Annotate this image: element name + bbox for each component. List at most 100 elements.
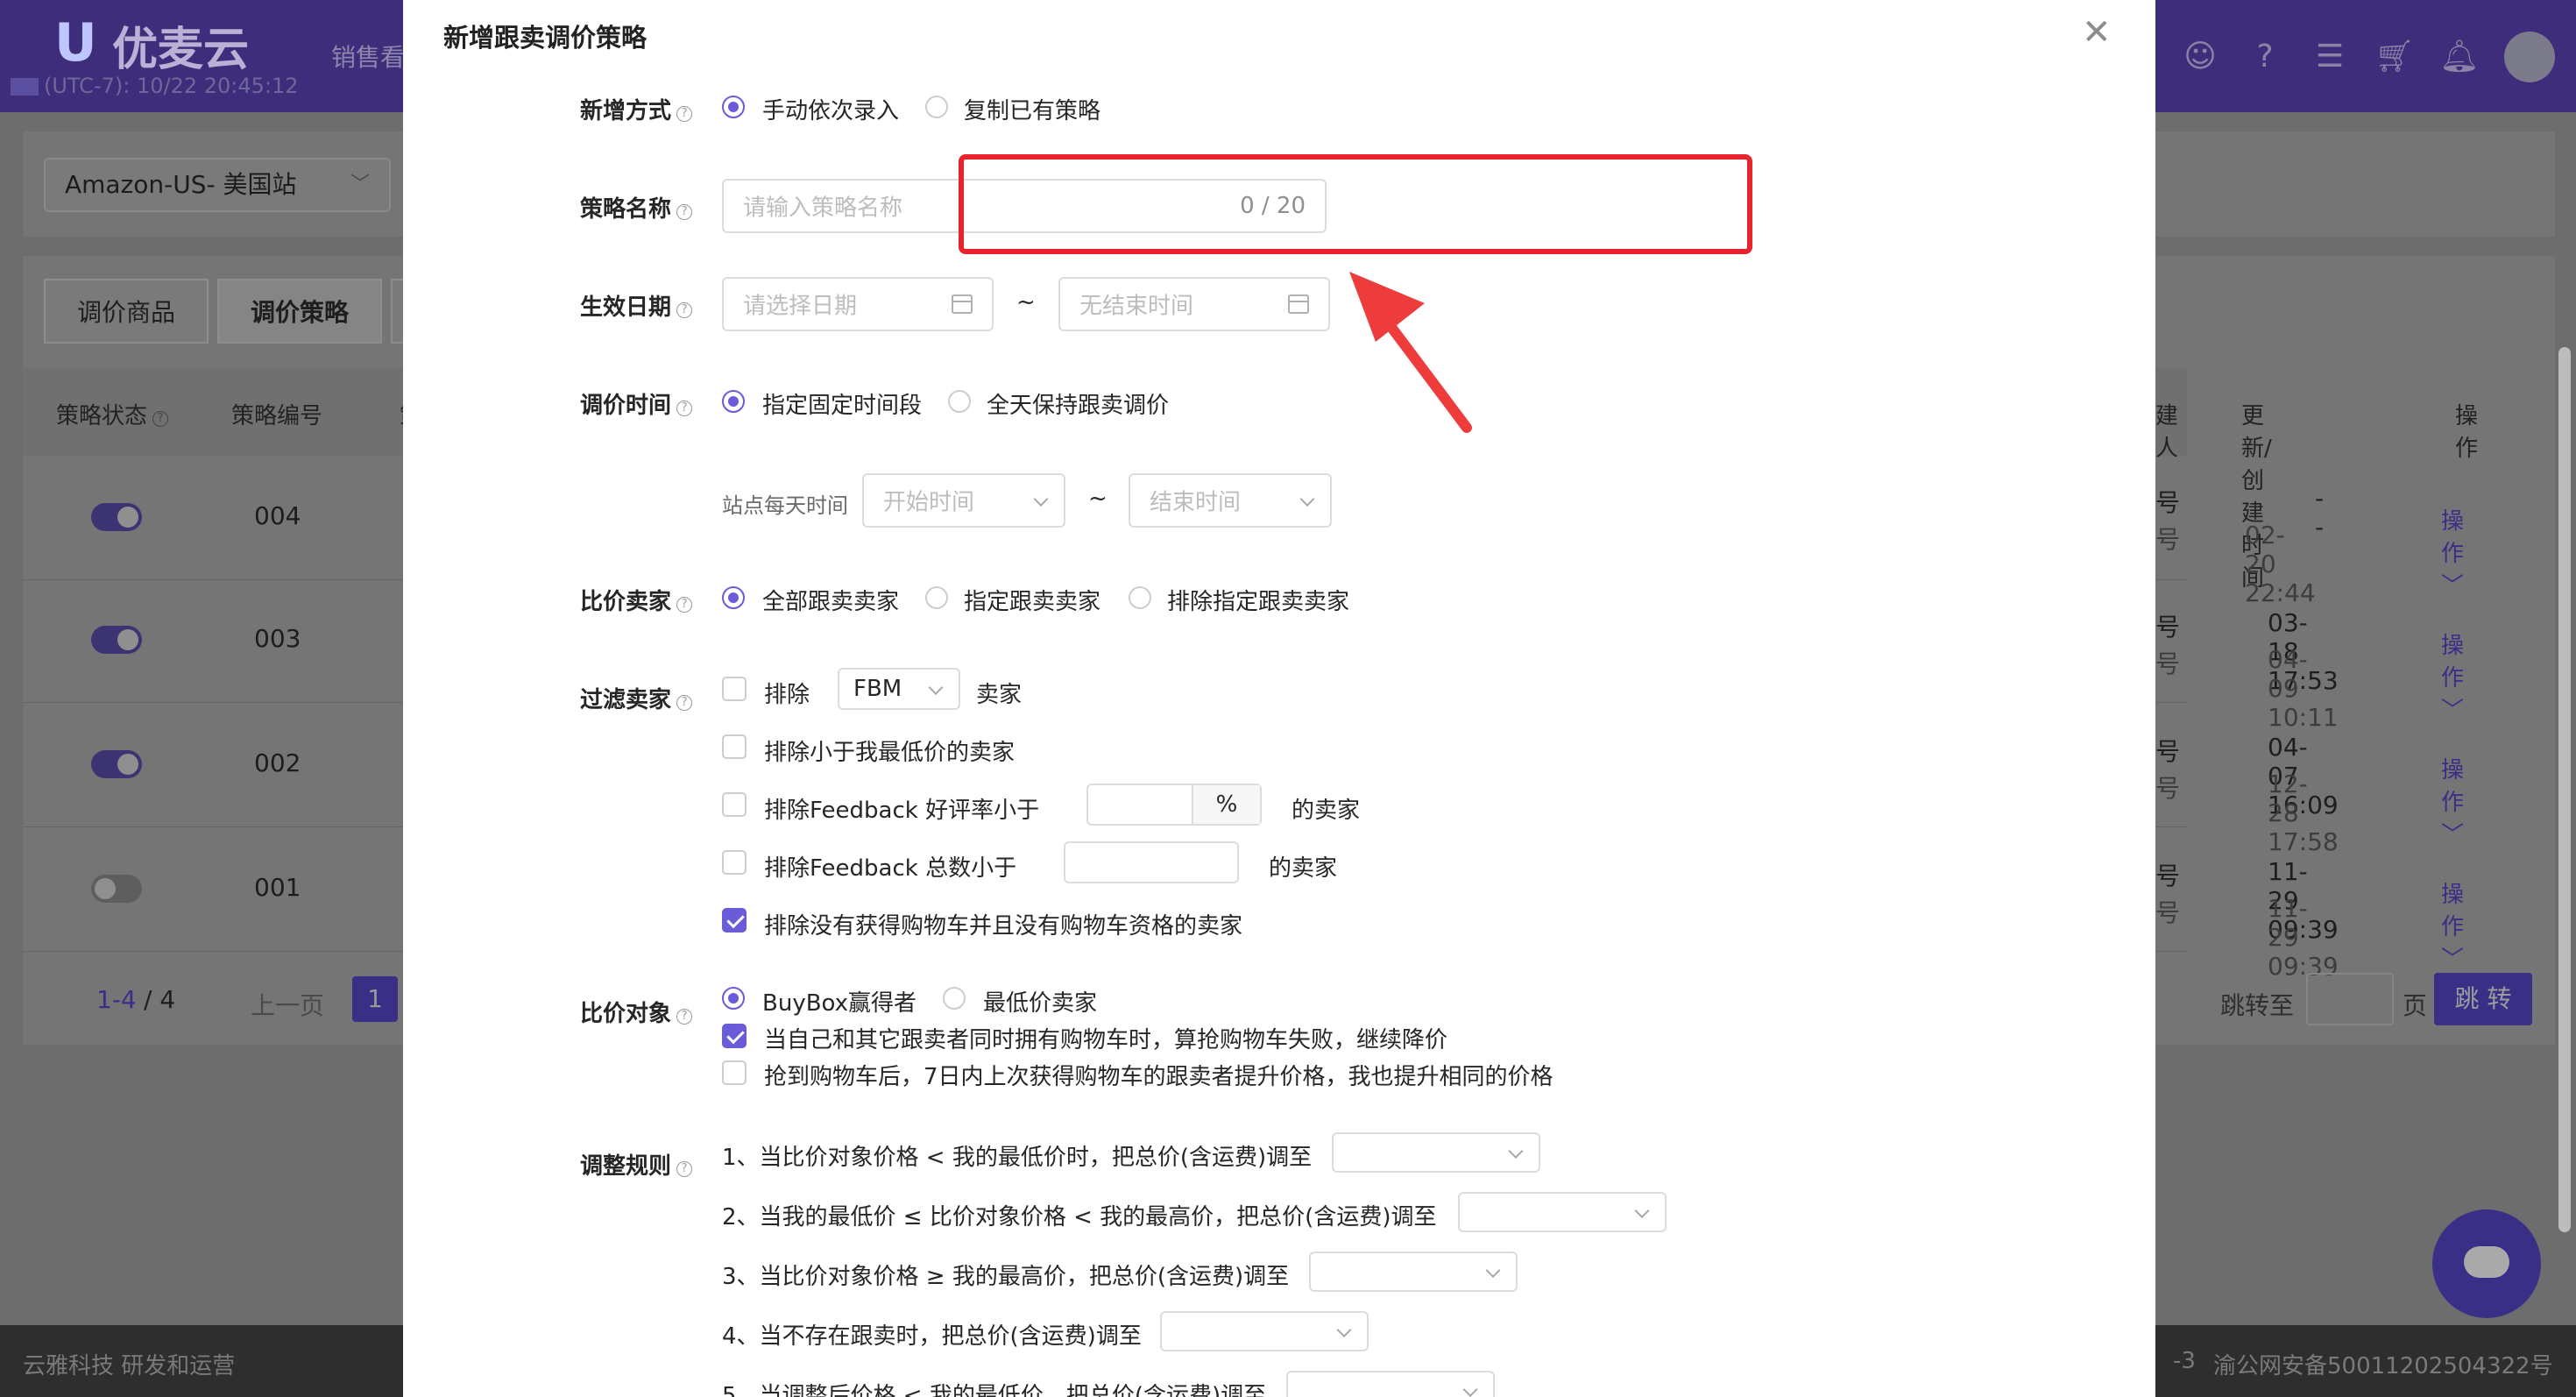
feedback-rate-label[interactable]: 排除Feedback 好评率小于 — [764, 792, 1039, 825]
radio-fixed-period[interactable] — [722, 390, 745, 413]
radio-manual-label[interactable]: 手动依次录入 — [762, 93, 899, 125]
timezone-clock: (UTC-7): 10/22 20:45:12 — [11, 74, 299, 98]
both-cart-label[interactable]: 当自己和其它跟卖者同时拥有购物车时，算抢购物车失败，继续降价 — [764, 1022, 1447, 1054]
rule-4-select[interactable] — [1160, 1311, 1369, 1351]
lower-price-label[interactable]: 排除小于我最低价的卖家 — [764, 734, 1015, 767]
radio-fixed-period-label[interactable]: 指定固定时间段 — [762, 387, 922, 420]
radio-all-sellers[interactable] — [722, 586, 745, 609]
checkbox-feedback-count[interactable] — [722, 850, 747, 875]
checkbox-exclude-fulfillment[interactable] — [722, 677, 747, 701]
fulfillment-select[interactable]: FBM — [838, 668, 960, 710]
radio-buybox-label[interactable]: BuyBox赢得者 — [762, 985, 916, 1018]
checkbox-both-cart[interactable] — [722, 1024, 747, 1048]
checkbox-no-cart[interactable] — [722, 908, 747, 933]
chevron-down-icon — [1336, 1323, 1352, 1338]
chat-icon[interactable] — [2432, 1209, 2541, 1318]
feedback-rate-input[interactable]: % — [1086, 784, 1262, 826]
creator: 号 — [2155, 488, 2181, 517]
raise-price-label[interactable]: 抢到购物车后，7日内上次获得购物车的跟卖者提升价格，我也提升相同的价格 — [764, 1059, 1553, 1091]
checkbox-raise-price[interactable] — [722, 1060, 747, 1085]
radio-specified-sellers[interactable] — [925, 586, 948, 609]
rule-5-label: 5、当调整后价格 < 我的最低价，把总价(含运费)调至 — [722, 1383, 1267, 1397]
prev-page-button[interactable]: 上一页 — [251, 987, 324, 1022]
radio-manual[interactable] — [722, 96, 745, 118]
radio-buybox[interactable] — [722, 987, 745, 1010]
status-toggle[interactable] — [91, 626, 142, 654]
close-icon[interactable]: ✕ — [2082, 12, 2112, 53]
message-icon[interactable]: ☰ — [2310, 37, 2350, 77]
chevron-down-icon: ﹀ — [2441, 822, 2465, 848]
avatar[interactable] — [2504, 32, 2555, 82]
header-status-label: 策略状态 — [56, 403, 148, 429]
updater: 号 — [2155, 898, 2181, 927]
action-menu[interactable]: 操作 ﹀ — [2441, 628, 2464, 725]
end-date-picker[interactable]: 无结束时间 — [1058, 277, 1330, 331]
rate-suffix: 的卖家 — [1292, 798, 1361, 824]
dialog-title: 新增跟卖调价策略 — [443, 23, 648, 53]
count-suffix: 的卖家 — [1269, 855, 1338, 882]
bell-icon[interactable]: 🔔︎ — [2439, 37, 2480, 77]
checkbox-lower-price[interactable] — [722, 734, 747, 759]
creator: 号 — [2155, 613, 2181, 642]
start-date-placeholder: 请选择日期 — [743, 293, 858, 320]
end-time-select[interactable]: 结束时间 — [1129, 473, 1332, 528]
rule-5-select[interactable] — [1286, 1371, 1495, 1397]
tab-strategies[interactable]: 调价策略 — [217, 279, 383, 344]
goto-input[interactable] — [2306, 973, 2394, 1025]
feedback-count-label[interactable]: 排除Feedback 总数小于 — [764, 850, 1016, 883]
chevron-down-icon — [1299, 492, 1315, 507]
filter-seller-label: 过滤卖家? — [580, 682, 693, 714]
checkbox-feedback-rate[interactable] — [722, 792, 747, 817]
add-mode-label-text: 新增方式 — [580, 98, 672, 124]
radio-all-day[interactable] — [948, 390, 971, 413]
radio-lowest-seller-label[interactable]: 最低价卖家 — [983, 985, 1097, 1018]
radio-all-day-label[interactable]: 全天保持跟卖调价 — [987, 387, 1169, 420]
create-time: 11-29 09:39 — [2268, 894, 2339, 981]
exclude-label: 排除 — [764, 682, 810, 708]
annotation-arrow-icon — [1349, 272, 1472, 433]
footer-icp-partial: -3 — [2173, 1348, 2196, 1374]
feedback-count-input[interactable] — [1064, 841, 1239, 883]
fulfillment-value: FBM — [853, 676, 902, 702]
radio-lowest-seller[interactable] — [943, 987, 966, 1010]
seller-suffix: 卖家 — [976, 682, 1023, 708]
add-strategy-dialog: 新增跟卖调价策略 ✕ 新增方式? 手动依次录入 复制已有策略 策略名称? 请输入… — [403, 0, 2155, 1397]
footer-icp[interactable]: 渝公网安备50011202504322号 — [2213, 1348, 2553, 1380]
action-menu[interactable]: 操作 ﹀ — [2441, 876, 2464, 974]
timezone-text: (UTC-7): 10/22 20:45:12 — [44, 74, 299, 98]
cart-icon[interactable]: 🛒︎ — [2374, 37, 2415, 77]
scrollbar[interactable] — [2558, 347, 2571, 1232]
add-mode-label: 新增方式? — [580, 93, 693, 125]
radio-copy-label[interactable]: 复制已有策略 — [964, 93, 1100, 125]
site-select[interactable]: Amazon-US- 美国站 ﹀ — [44, 158, 391, 212]
rule-2-select[interactable] — [1458, 1192, 1667, 1232]
effective-date-label-text: 生效日期 — [580, 294, 672, 321]
radio-specified-sellers-label[interactable]: 指定跟卖卖家 — [964, 584, 1100, 616]
compare-target-label: 比价对象? — [580, 996, 693, 1028]
no-cart-label[interactable]: 排除没有获得购物车并且没有购物车资格的卖家 — [764, 908, 1242, 940]
support-icon[interactable]: ☺ — [2180, 37, 2220, 77]
tab-products[interactable]: 调价商品 — [44, 279, 209, 344]
goto-button[interactable]: 跳 转 — [2434, 973, 2532, 1025]
logo-text: 优麦云 — [112, 24, 250, 76]
header-status: 策略状态? — [56, 398, 169, 430]
start-date-picker[interactable]: 请选择日期 — [722, 277, 994, 331]
action-menu[interactable]: 操作 ﹀ — [2441, 752, 2464, 849]
nav-item-sales[interactable]: 销售看 — [331, 39, 405, 74]
start-time-select[interactable]: 开始时间 — [862, 473, 1065, 528]
radio-exclude-sellers-label[interactable]: 排除指定跟卖卖家 — [1167, 584, 1349, 616]
radio-copy[interactable] — [925, 96, 948, 118]
rule-3-select[interactable] — [1309, 1252, 1518, 1292]
calendar-icon — [1288, 294, 1309, 314]
status-toggle[interactable] — [91, 875, 142, 903]
action-menu[interactable]: 操作 ﹀ — [2441, 503, 2464, 600]
end-date-placeholder: 无结束时间 — [1079, 293, 1194, 320]
help-icon[interactable]: ? — [2245, 37, 2285, 77]
status-toggle[interactable] — [91, 750, 142, 778]
radio-exclude-sellers[interactable] — [1129, 586, 1151, 609]
status-toggle[interactable] — [91, 503, 142, 531]
page-1-button[interactable]: 1 — [352, 976, 398, 1022]
radio-all-sellers-label[interactable]: 全部跟卖卖家 — [762, 584, 899, 616]
create-time: 12-28 17:58 — [2268, 769, 2339, 856]
rule-1-select[interactable] — [1332, 1132, 1540, 1173]
